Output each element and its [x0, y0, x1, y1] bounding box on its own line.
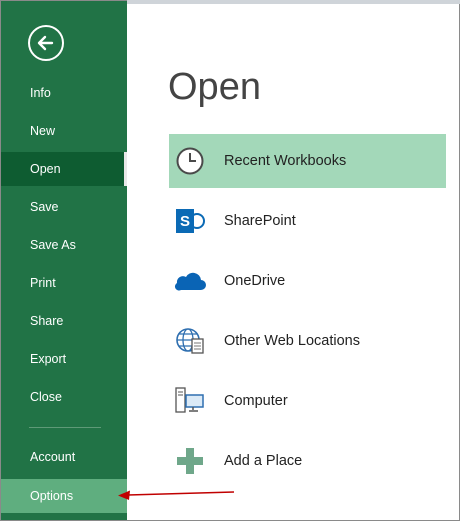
sidebar-divider [29, 427, 101, 428]
globe-icon [173, 324, 207, 358]
svg-text:S: S [180, 213, 190, 230]
nav-options[interactable]: Options [1, 479, 127, 513]
plus-icon [173, 444, 207, 478]
nav-close[interactable]: Close [1, 380, 127, 414]
annotation-arrow [118, 490, 235, 500]
selection-marker [124, 152, 127, 186]
back-arrow-icon [37, 35, 54, 51]
location-label: Other Web Locations [224, 333, 360, 349]
back-button[interactable] [28, 25, 64, 61]
nav-share[interactable]: Share [1, 304, 127, 338]
location-label: Add a Place [224, 453, 303, 469]
location-recent-workbooks[interactable]: Recent Workbooks [169, 134, 446, 188]
nav-save-as[interactable]: Save As [1, 228, 127, 262]
nav-new[interactable]: New [1, 114, 127, 148]
location-other-web[interactable]: Other Web Locations [169, 314, 446, 368]
nav-open[interactable]: Open [1, 152, 127, 186]
nav-print[interactable]: Print [1, 266, 127, 300]
title-strip [127, 0, 460, 4]
location-label: Recent Workbooks [224, 153, 347, 169]
location-add-place[interactable]: Add a Place [169, 434, 446, 488]
nav-export[interactable]: Export [1, 342, 127, 376]
location-label: SharePoint [224, 213, 296, 229]
sharepoint-icon: S [173, 204, 207, 238]
backstage-sidebar: Info New Open Save Save As Print Share E… [1, 1, 127, 520]
onedrive-icon [173, 264, 207, 298]
page-title: Open [168, 66, 261, 108]
clock-icon [173, 144, 207, 178]
nav-save[interactable]: Save [1, 190, 127, 224]
location-computer[interactable]: Computer [169, 374, 446, 428]
location-onedrive[interactable]: OneDrive [169, 254, 446, 308]
location-sharepoint[interactable]: S SharePoint [169, 194, 446, 248]
nav-account[interactable]: Account [1, 440, 127, 474]
nav-info[interactable]: Info [1, 76, 127, 110]
nav-open-label: Open [30, 162, 61, 176]
computer-icon [173, 384, 207, 418]
location-label: OneDrive [224, 273, 286, 289]
location-label: Computer [224, 393, 288, 409]
